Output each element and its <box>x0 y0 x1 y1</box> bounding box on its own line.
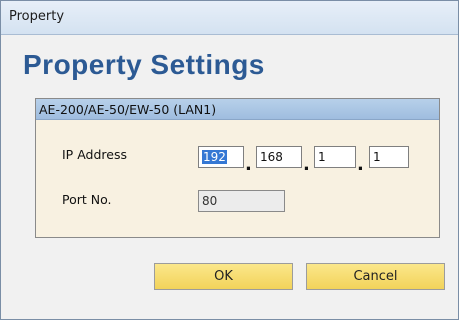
cancel-button[interactable]: Cancel <box>306 263 445 290</box>
title-bar[interactable]: Property <box>1 1 458 35</box>
window-title: Property <box>9 9 65 24</box>
port-number-input[interactable]: 80 <box>198 190 285 212</box>
ip-separator-3: . <box>357 154 364 175</box>
lan-settings-group: AE-200/AE-50/EW-50 (LAN1) <box>35 98 440 238</box>
ip-octet-2-input[interactable]: 168 <box>256 146 302 168</box>
ip-separator-1: . <box>245 154 252 175</box>
ip-octet-1-value: 192 <box>202 150 227 164</box>
ip-octet-1-input[interactable]: 192 <box>198 146 244 168</box>
group-title: AE-200/AE-50/EW-50 (LAN1) <box>39 102 217 117</box>
ok-button[interactable]: OK <box>154 263 293 290</box>
page-title: Property Settings <box>23 49 265 80</box>
ip-octet-3-input[interactable]: 1 <box>314 146 356 168</box>
group-header: AE-200/AE-50/EW-50 (LAN1) <box>36 99 439 120</box>
property-dialog: Property Property Settings AE-200/AE-50/… <box>0 0 459 320</box>
ip-separator-2: . <box>303 154 310 175</box>
port-number-label: Port No. <box>62 192 112 207</box>
ip-octet-4-input[interactable]: 1 <box>369 146 409 168</box>
ip-address-label: IP Address <box>62 147 127 162</box>
